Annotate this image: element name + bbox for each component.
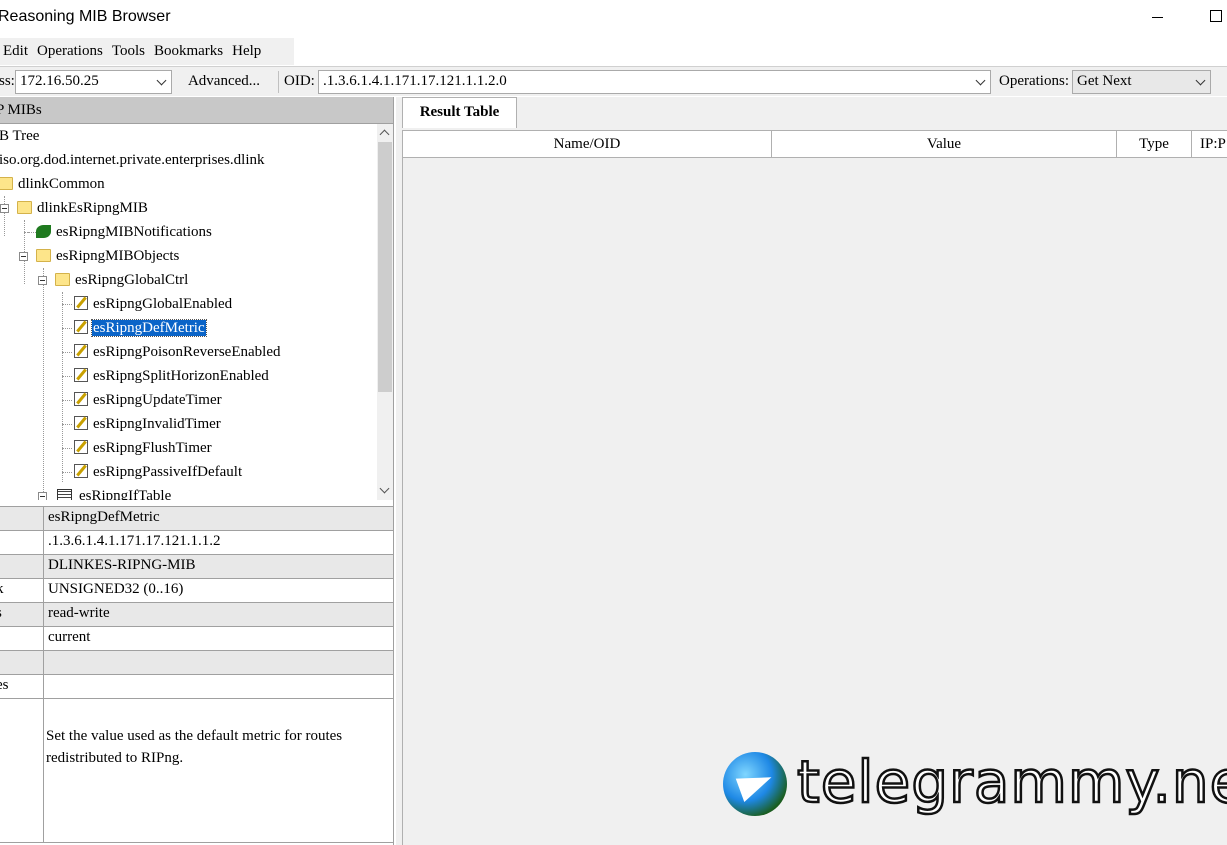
property-row: s read-write bbox=[0, 603, 393, 627]
writable-object-icon bbox=[74, 392, 88, 406]
scroll-up-icon[interactable] bbox=[379, 129, 390, 140]
leaf-icon bbox=[36, 225, 51, 238]
scroll-thumb[interactable] bbox=[378, 142, 392, 392]
title-bar: Reasoning MIB Browser bbox=[0, 0, 1227, 36]
oid-value: .1.3.6.1.4.1.171.17.121.1.1.2.0 bbox=[323, 73, 507, 89]
tree-item[interactable]: esRipngSplitHorizonEnabled bbox=[74, 365, 270, 389]
toolbar: ss: 172.16.50.25 Advanced... OID: .1.3.6… bbox=[0, 66, 1227, 96]
folder-icon bbox=[17, 201, 32, 214]
tree-item[interactable]: esRipngInvalidTimer bbox=[74, 413, 222, 437]
chevron-down-icon[interactable] bbox=[1194, 74, 1208, 90]
chevron-down-icon[interactable] bbox=[155, 74, 169, 90]
tree-item[interactable]: B Tree bbox=[0, 125, 40, 149]
mib-tree: B Tree iso.org.dod.internet.private.ente… bbox=[0, 124, 377, 500]
operations-label: Operations: bbox=[999, 73, 1069, 89]
tree-item[interactable]: esRipngMIBNotifications bbox=[36, 221, 213, 245]
menu-bookmarks[interactable]: Bookmarks bbox=[151, 43, 229, 60]
property-row: esRipngDefMetric bbox=[0, 507, 393, 531]
property-value: .1.3.6.1.4.1.171.17.121.1.1.2 bbox=[48, 533, 221, 549]
property-row: l bbox=[0, 651, 393, 675]
property-value: UNSIGNED32 (0..16) bbox=[48, 581, 184, 597]
column-header-type[interactable]: Type bbox=[1117, 131, 1192, 158]
column-header-value[interactable]: Value bbox=[772, 131, 1117, 158]
oid-combo[interactable]: .1.3.6.1.4.1.171.17.121.1.1.2.0 bbox=[318, 70, 991, 94]
tree-item[interactable]: esRipngUpdateTimer bbox=[74, 389, 223, 413]
column-header-ip-port[interactable]: IP:P bbox=[1192, 131, 1227, 158]
tree-item[interactable]: esRipngPassiveIfDefault bbox=[74, 461, 243, 485]
watermark-text: telegrammy.net bbox=[796, 747, 1227, 818]
writable-object-icon bbox=[74, 296, 88, 310]
advanced-button[interactable]: Advanced... bbox=[176, 70, 272, 94]
property-value: read-write bbox=[48, 605, 110, 621]
menu-operations[interactable]: Operations bbox=[34, 43, 109, 60]
tree-item-selected[interactable]: esRipngDefMetric bbox=[74, 317, 207, 341]
chevron-down-icon[interactable] bbox=[974, 74, 988, 90]
tree-item[interactable]: esRipngGlobalCtrl bbox=[55, 269, 189, 293]
mib-panel: P MIBs B Tree iso.org.dod.internet.priva… bbox=[0, 97, 394, 845]
property-value: esRipngDefMetric bbox=[48, 509, 160, 525]
result-panel: Result Table Name/OID Value Type IP:P bbox=[396, 97, 1227, 845]
column-header-name-oid[interactable]: Name/OID bbox=[403, 131, 772, 158]
collapse-icon[interactable] bbox=[19, 252, 28, 261]
operations-select[interactable]: Get Next bbox=[1072, 70, 1211, 94]
tree-item[interactable]: dlinkCommon bbox=[0, 173, 106, 197]
writable-object-icon bbox=[74, 464, 88, 478]
table-icon bbox=[57, 489, 72, 500]
property-row: current bbox=[0, 627, 393, 651]
tree-item[interactable]: esRipngMIBObjects bbox=[36, 245, 180, 269]
writable-object-icon bbox=[74, 320, 88, 334]
property-row: k UNSIGNED32 (0..16) bbox=[0, 579, 393, 603]
operations-value: Get Next bbox=[1077, 73, 1132, 89]
writable-object-icon bbox=[74, 416, 88, 430]
menu-edit[interactable]: Edit bbox=[0, 43, 34, 60]
collapse-icon[interactable] bbox=[0, 204, 9, 213]
property-row: DLINKES-RIPNG-MIB bbox=[0, 555, 393, 579]
address-value: 172.16.50.25 bbox=[20, 73, 99, 89]
property-row: es bbox=[0, 675, 393, 699]
tree-item[interactable]: esRipngIfTable bbox=[57, 485, 172, 500]
tree-item[interactable]: iso.org.dod.internet.private.enterprises… bbox=[0, 149, 266, 173]
scroll-down-icon[interactable] bbox=[379, 483, 390, 494]
tree-item[interactable]: esRipngPoisonReverseEnabled bbox=[74, 341, 281, 365]
mib-panel-header: P MIBs bbox=[0, 97, 393, 124]
folder-icon bbox=[0, 177, 13, 190]
tree-item[interactable]: dlinkEsRipngMIB bbox=[17, 197, 149, 221]
property-row: .1.3.6.1.4.1.171.17.121.1.1.2 bbox=[0, 531, 393, 555]
tab-result-table[interactable]: Result Table bbox=[402, 97, 517, 128]
writable-object-icon bbox=[74, 368, 88, 382]
writable-object-icon bbox=[74, 440, 88, 454]
tree-item[interactable]: esRipngGlobalEnabled bbox=[74, 293, 233, 317]
properties-table: esRipngDefMetric .1.3.6.1.4.1.171.17.121… bbox=[0, 506, 393, 843]
toolbar-divider bbox=[278, 71, 279, 93]
property-value: current bbox=[48, 629, 91, 645]
description-row: Set the value used as the default metric… bbox=[0, 699, 393, 843]
menu-bar: Edit Operations Tools Bookmarks Help bbox=[0, 38, 294, 65]
menu-tools[interactable]: Tools bbox=[109, 43, 151, 60]
address-label: ss: bbox=[0, 73, 15, 89]
writable-object-icon bbox=[74, 344, 88, 358]
window-title: Reasoning MIB Browser bbox=[0, 8, 171, 25]
result-table: Name/OID Value Type IP:P bbox=[402, 130, 1227, 845]
telegram-logo-icon bbox=[723, 752, 787, 816]
menu-help[interactable]: Help bbox=[229, 43, 267, 60]
folder-icon bbox=[55, 273, 70, 286]
tree-item[interactable]: esRipngFlushTimer bbox=[74, 437, 213, 461]
oid-label: OID: bbox=[284, 73, 315, 89]
description-text: Set the value used as the default metric… bbox=[46, 728, 343, 766]
property-value: DLINKES-RIPNG-MIB bbox=[48, 557, 196, 573]
address-combo[interactable]: 172.16.50.25 bbox=[15, 70, 172, 94]
maximize-icon[interactable] bbox=[1210, 10, 1222, 22]
watermark: telegrammy.net bbox=[723, 747, 1227, 820]
tree-scrollbar[interactable] bbox=[377, 124, 393, 500]
minimize-icon[interactable] bbox=[1152, 17, 1163, 18]
folder-icon bbox=[36, 249, 51, 262]
collapse-icon[interactable] bbox=[38, 492, 47, 500]
collapse-icon[interactable] bbox=[38, 276, 47, 285]
